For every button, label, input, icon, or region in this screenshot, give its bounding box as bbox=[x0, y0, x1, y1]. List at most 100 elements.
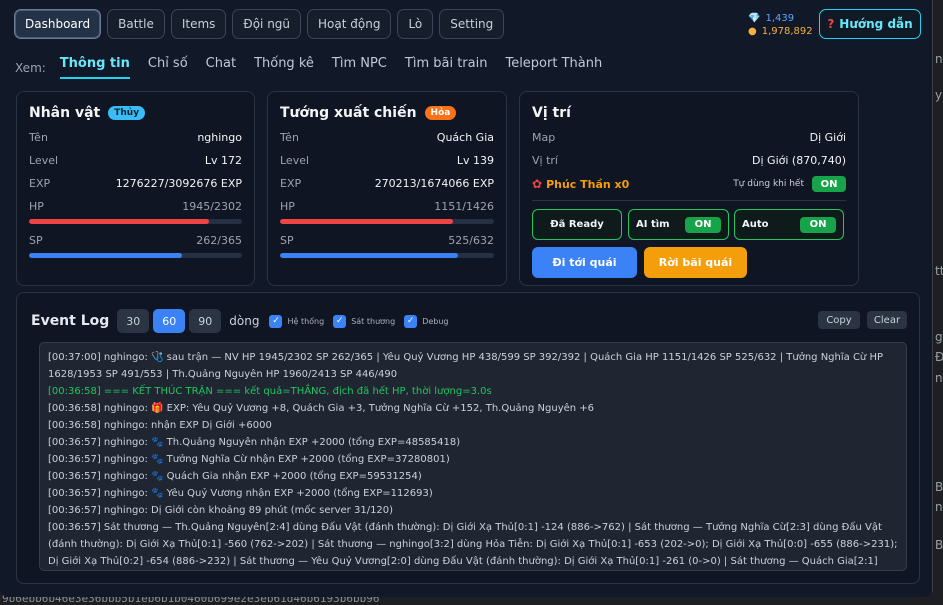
bg-text: B bbox=[935, 538, 943, 552]
ai-search-toggle[interactable]: ON bbox=[685, 216, 721, 233]
count-60-button[interactable]: 60 bbox=[153, 309, 186, 333]
tab-find-train-spot[interactable]: Tìm bãi train bbox=[405, 56, 488, 79]
count-30-button[interactable]: 30 bbox=[117, 309, 150, 333]
position-label: Vị trí bbox=[532, 154, 558, 167]
event-log-title: Event Log bbox=[31, 313, 110, 329]
location-title: Vị trí bbox=[532, 105, 571, 121]
tab-teleport[interactable]: Teleport Thành bbox=[505, 56, 602, 79]
tab-info[interactable]: Thông tin bbox=[59, 56, 130, 79]
currency-display: 💎 1,439 ● 1,978,892 bbox=[748, 12, 813, 38]
filter-debug[interactable]: ✓ Debug bbox=[404, 314, 449, 328]
location-card: Vị trí Map Dị Giới Vị trí Dị Giới (870,7… bbox=[519, 91, 859, 286]
tab-stats[interactable]: Chỉ số bbox=[148, 56, 188, 79]
exp-label: EXP bbox=[280, 177, 302, 190]
name-label: Tên bbox=[280, 131, 299, 144]
bg-text: tt bbox=[935, 264, 943, 278]
tab-statistics[interactable]: Thống kê bbox=[254, 56, 314, 79]
filter-system[interactable]: ✓ Hệ thống bbox=[269, 314, 325, 328]
log-line: [00:36:57] nghingo: Dị Giới còn khoảng 8… bbox=[48, 505, 394, 516]
log-line: [00:36:57] nghingo: 🐾 Quách Gia nhận EXP… bbox=[48, 471, 422, 482]
bg-text: B bbox=[935, 480, 943, 494]
filter-system-label: Hệ thống bbox=[287, 316, 325, 326]
checkbox-checked-icon: ✓ bbox=[269, 314, 283, 328]
general-title: Tướng xuất chiến bbox=[280, 105, 417, 121]
general-hp: 1151/1426 bbox=[434, 200, 494, 213]
ready-status[interactable]: Đã Ready bbox=[532, 209, 622, 240]
log-line: [00:36:58] === KẾT THÚC TRẬN === kết quả… bbox=[48, 386, 492, 397]
guide-button[interactable]: ? Hướng dẫn bbox=[819, 9, 921, 39]
nav-team[interactable]: Đội ngũ bbox=[232, 9, 302, 39]
bg-text: n bbox=[935, 52, 943, 66]
bg-text: nl bbox=[935, 500, 943, 514]
nav-setting[interactable]: Setting bbox=[439, 9, 505, 39]
level-label: Level bbox=[280, 154, 310, 167]
character-name: nghingo bbox=[197, 131, 242, 144]
event-log-card: Event Log 30 60 90 dòng ✓ Hệ thống ✓ Sát… bbox=[16, 292, 920, 584]
hp-bar-fill bbox=[29, 219, 209, 224]
main-nav: Dashboard Battle Items Đội ngũ Hoạt động… bbox=[14, 9, 505, 39]
gem-count: 1,439 bbox=[765, 13, 795, 24]
filter-damage[interactable]: ✓ Sát thương bbox=[333, 314, 396, 328]
event-log-output[interactable]: [00:37:00] nghingo: 🩺 sau trận — NV HP 1… bbox=[39, 342, 907, 571]
view-tabs: Xem: Thông tin Chỉ số Chat Thống kê Tìm … bbox=[15, 56, 620, 79]
dashboard-window: Dashboard Battle Items Đội ngũ Hoạt động… bbox=[0, 0, 932, 597]
bg-text: y bbox=[935, 88, 943, 102]
nav-dashboard[interactable]: Dashboard bbox=[14, 9, 102, 39]
gem-icon: 💎 bbox=[748, 13, 761, 24]
name-label: Tên bbox=[29, 131, 48, 144]
tab-chat[interactable]: Chat bbox=[206, 56, 236, 79]
nav-furnace[interactable]: Lò bbox=[397, 9, 434, 39]
hp-bar bbox=[29, 219, 242, 224]
character-hp: 1945/2302 bbox=[182, 200, 242, 213]
hp-bar bbox=[280, 219, 494, 224]
lucky-item-icon: ✿ bbox=[532, 177, 543, 191]
map-label: Map bbox=[532, 131, 556, 144]
sp-label: SP bbox=[29, 234, 43, 247]
view-label: Xem: bbox=[15, 60, 46, 75]
coin-count: 1,978,892 bbox=[761, 26, 813, 37]
character-exp: 1276227/3092676 EXP bbox=[115, 177, 242, 190]
lucky-item-count: Phúc Thần x0 bbox=[546, 177, 630, 191]
general-sp: 525/632 bbox=[448, 234, 494, 247]
hp-bar-fill bbox=[280, 219, 453, 224]
divider bbox=[532, 200, 846, 201]
copy-button[interactable]: Copy bbox=[818, 311, 860, 329]
log-line: [00:36:58] nghingo: 🎁 EXP: Yêu Quỷ Vương… bbox=[48, 403, 595, 414]
log-line: [00:36:57] nghingo: 🐾 Yêu Quỷ Vương nhận… bbox=[48, 488, 433, 499]
tab-find-npc[interactable]: Tìm NPC bbox=[332, 56, 387, 79]
nav-items[interactable]: Items bbox=[170, 9, 227, 39]
log-line: [00:36:58] nghingo: nhận EXP Dị Giới +60… bbox=[48, 420, 272, 431]
general-name: Quách Gia bbox=[436, 131, 494, 144]
character-title: Nhân vật bbox=[29, 105, 101, 121]
background-window-edge: n y tt gi Đe nl B nl B bbox=[932, 0, 943, 605]
count-90-button[interactable]: 90 bbox=[189, 309, 222, 333]
question-icon: ? bbox=[827, 17, 835, 31]
go-to-monster-button[interactable]: Đi tới quái bbox=[532, 247, 637, 278]
sp-bar-fill bbox=[29, 253, 182, 258]
general-exp: 270213/1674066 EXP bbox=[374, 177, 494, 190]
coin-icon: ● bbox=[748, 26, 757, 37]
leave-spot-button[interactable]: Rời bãi quái bbox=[644, 247, 747, 278]
nav-battle[interactable]: Battle bbox=[107, 9, 165, 39]
hp-label: HP bbox=[29, 200, 44, 213]
nav-activity[interactable]: Hoạt động bbox=[307, 9, 392, 39]
filter-debug-label: Debug bbox=[422, 316, 449, 326]
ai-search-box: AI tìm ON bbox=[628, 209, 729, 240]
log-line: [00:36:57] nghingo: 🐾 Tưởng Nghĩa Cừ nhậ… bbox=[48, 454, 450, 465]
auto-use-toggle[interactable]: ON bbox=[812, 176, 846, 192]
checkbox-checked-icon: ✓ bbox=[333, 314, 347, 328]
auto-box: Auto ON bbox=[734, 209, 844, 240]
bg-text: nl bbox=[935, 371, 943, 385]
position-value: Dị Giới (870,740) bbox=[752, 154, 846, 167]
auto-label: Auto bbox=[742, 219, 769, 230]
character-level: Lv 172 bbox=[204, 154, 242, 167]
general-level: Lv 139 bbox=[456, 154, 494, 167]
checkbox-checked-icon: ✓ bbox=[404, 314, 418, 328]
element-badge: Hỏa bbox=[424, 106, 457, 120]
bg-text: Đe bbox=[935, 350, 943, 364]
filter-damage-label: Sát thương bbox=[351, 316, 396, 326]
hp-label: HP bbox=[280, 200, 295, 213]
auto-toggle[interactable]: ON bbox=[800, 216, 836, 233]
clear-button[interactable]: Clear bbox=[867, 311, 907, 329]
sp-bar bbox=[280, 253, 494, 258]
